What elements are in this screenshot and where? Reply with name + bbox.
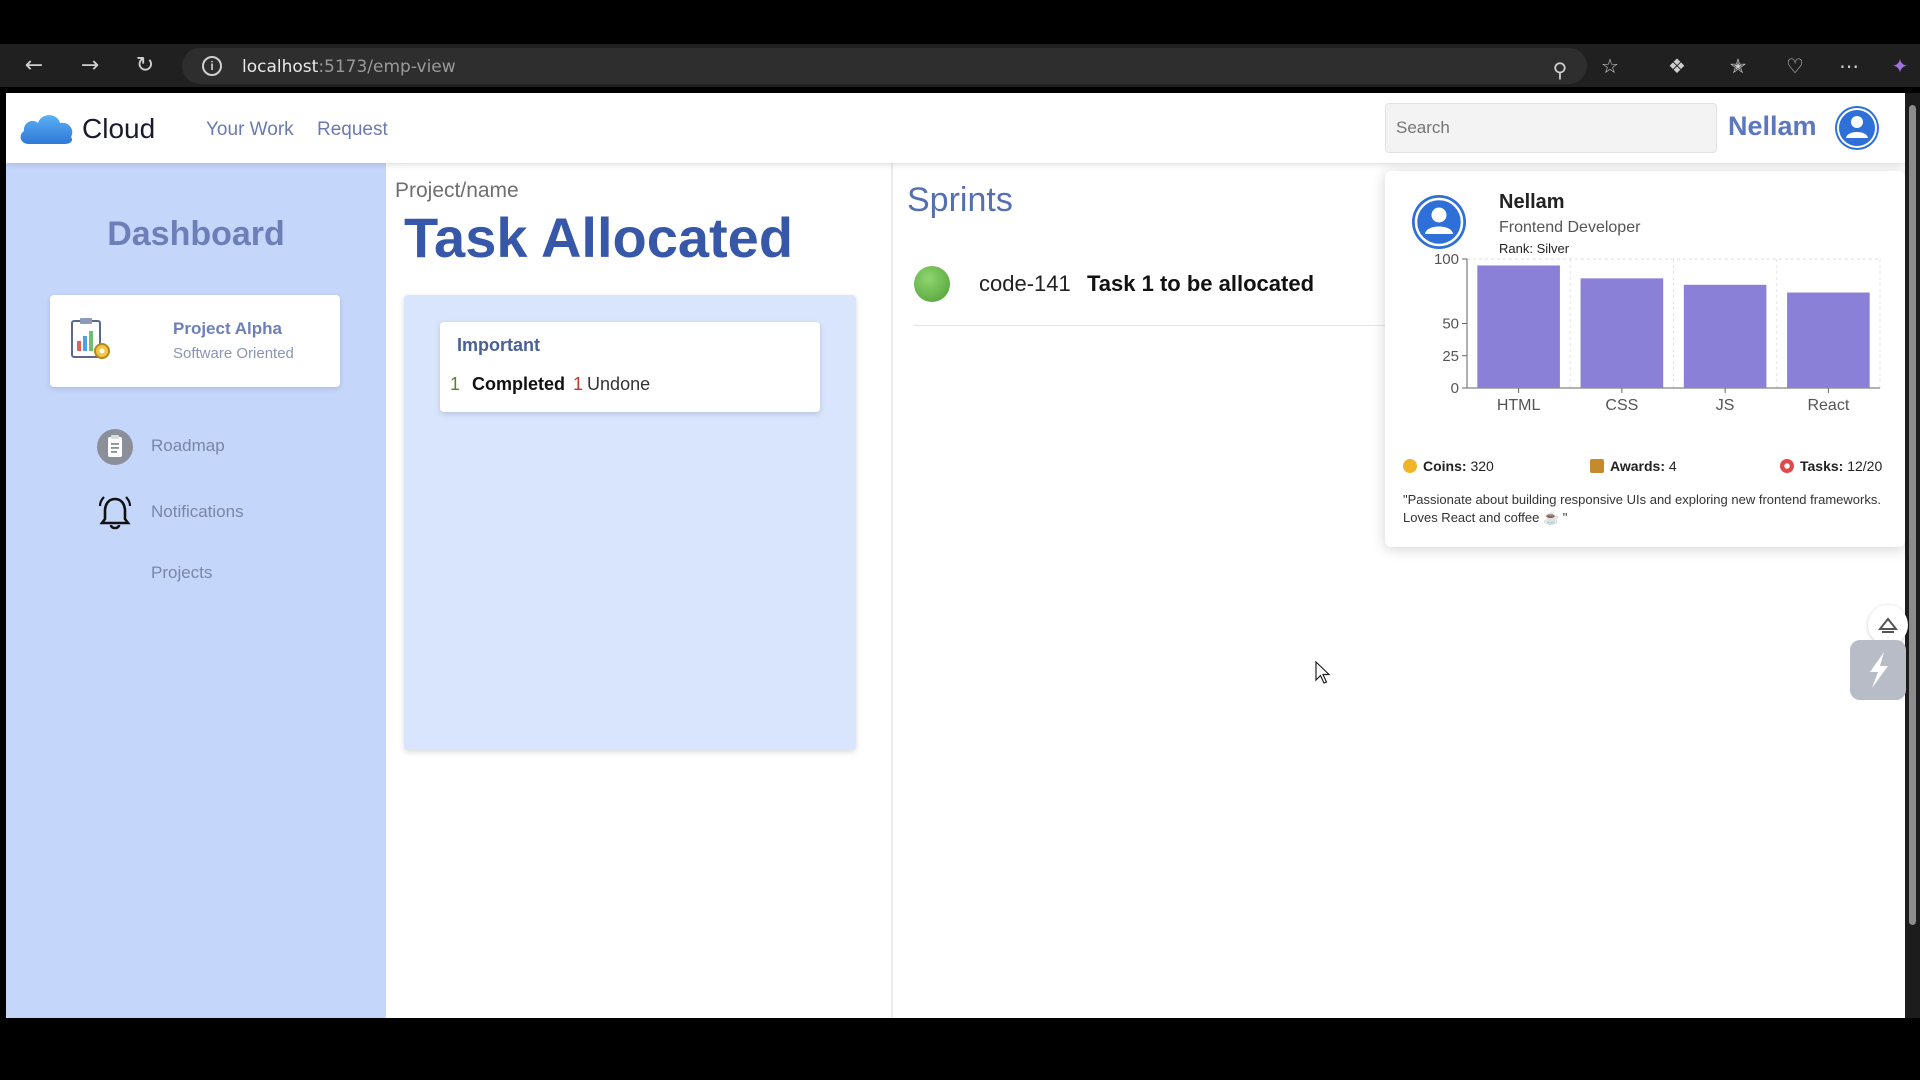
extension-float-icon[interactable] [1868,605,1908,645]
task-panel: Important 1 Completed 1 Undone [404,295,856,750]
bar-js [1683,284,1767,388]
profile-bio: "Passionate about building responsive UI… [1403,492,1881,525]
browser-toolbar: ← → ↻ i localhost:5173/emp-view ⚲ ☆ ❖ ✭ … [0,44,1920,87]
divider [891,163,893,1018]
breadcrumb: Project/name [395,179,519,202]
app-page: Cloud Your Work Request Nellam Dashboard… [6,93,1905,1018]
x-tick-label: JS [1716,397,1735,414]
bar-css [1580,278,1664,388]
scrollbar-thumb[interactable] [1909,105,1916,925]
clipboard-icon [97,429,133,465]
profile-popup: Nellam Frontend Developer Rank: Silver 0… [1385,171,1905,547]
completed-count: 1 [450,374,461,394]
x-tick-label: React [1807,397,1849,414]
project-report-icon [71,318,110,359]
y-tick-label: 50 [1442,316,1459,333]
sidebar-item-label: Roadmap [151,436,225,455]
task-status-row: 1 Completed 1 Undone [450,374,650,395]
mouse-cursor-icon [1315,661,1331,684]
profile-avatar-icon [1412,195,1466,249]
profile-stats: Coins: 320 Awards: 4 Tasks: 12/20 [1385,458,1905,482]
sprint-item[interactable]: code-141 Task 1 to be allocated [914,266,1394,326]
coin-icon [1403,459,1417,473]
completed-label: Completed [472,374,566,394]
bar-react [1787,292,1870,388]
more-icon[interactable]: ⋯ [1835,52,1863,80]
page-scrollbar[interactable] [1905,93,1920,1018]
y-tick-label: 0 [1451,380,1459,397]
profile-role: Frontend Developer [1499,219,1641,236]
x-tick-label: HTML [1497,397,1541,414]
sprint-task: Task 1 to be allocated [1087,271,1315,296]
sidebar-item-projects[interactable]: Projects [96,553,356,593]
project-subtitle: Software Oriented [173,345,294,362]
shield-icon[interactable]: ♡ [1781,52,1809,80]
undone-label: Undone [587,374,651,394]
card-title: Important [457,335,540,355]
project-card[interactable]: Project Alpha Software Oriented [50,295,340,387]
cloud-logo-icon[interactable] [17,108,77,146]
sprint-status-icon [914,266,950,302]
quick-action-icon[interactable] [1850,640,1906,700]
page-title: Task Allocated [404,206,794,269]
target-icon [1780,459,1794,473]
y-tick-label: 25 [1442,348,1459,365]
app-header: Cloud Your Work Request Nellam [6,93,1905,163]
profile-name: Nellam [1499,191,1565,213]
undone-count: 1 [573,374,584,394]
important-card[interactable]: Important 1 Completed 1 Undone [440,322,820,412]
copilot-icon[interactable]: ✦ [1886,52,1914,80]
url-text: localhost:5173/emp-view [242,57,456,77]
awards-stat: Awards: 4 [1590,458,1677,474]
header-username[interactable]: Nellam [1728,111,1817,142]
project-name: Project Alpha [173,319,282,338]
sidebar-item-label: Notifications [151,502,244,521]
sidebar-item-roadmap[interactable]: Roadmap [96,426,356,466]
forward-icon[interactable]: → [76,52,104,80]
sidebar-item-notifications[interactable]: Notifications [96,492,356,532]
search-input[interactable] [1385,103,1717,153]
star-icon[interactable]: ☆ [1596,52,1624,80]
hourglass-icon [1590,459,1604,473]
sidebar-title: Dashboard [107,215,285,253]
sprints-title: Sprints [907,181,1013,219]
nav-your-work[interactable]: Your Work [206,119,294,141]
zoom-icon[interactable]: ⚲ [1546,56,1574,84]
coins-stat: Coins: 320 [1403,458,1494,474]
info-icon[interactable]: i [202,56,222,76]
sidebar-item-label: Projects [151,563,213,582]
logo-text[interactable]: Cloud [82,113,155,145]
skills-bar-chart: 0 25 50 100 HTML CSS JS React [1434,251,1881,414]
bell-icon [98,496,132,530]
sprint-code: code-141 [979,271,1071,296]
back-icon[interactable]: ← [20,52,48,80]
tasks-stat: Tasks: 12/20 [1780,458,1882,474]
sidebar: Dashboard Project Alpha Software Oriente… [6,163,386,1018]
y-tick-label: 100 [1434,251,1459,268]
address-bar[interactable]: i localhost:5173/emp-view ⚲ [182,48,1587,84]
bar-html [1477,265,1560,388]
favorites-icon[interactable]: ✭ [1724,52,1752,80]
nav-request[interactable]: Request [317,119,388,141]
user-avatar-icon[interactable] [1834,105,1880,151]
extensions-icon[interactable]: ❖ [1663,52,1691,80]
x-tick-label: CSS [1605,397,1638,414]
reload-icon[interactable]: ↻ [131,52,159,80]
